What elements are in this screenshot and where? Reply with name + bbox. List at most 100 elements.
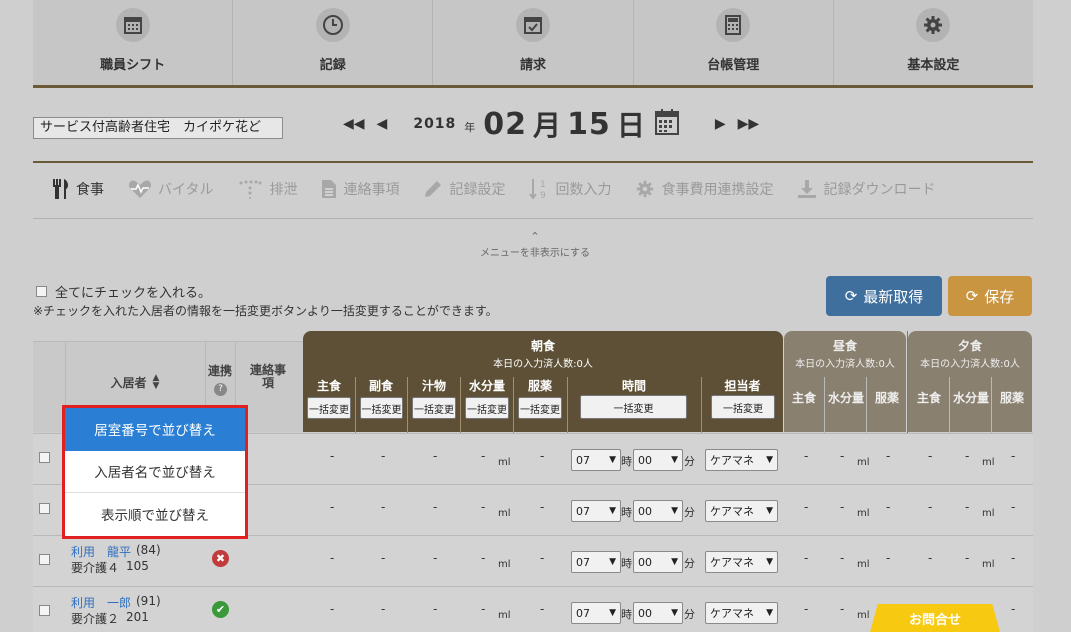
minute-value: 00 <box>638 555 652 569</box>
hour-select[interactable]: 07 ▼ <box>571 551 621 573</box>
dropdown-arrow-icon: ▼ <box>671 455 678 465</box>
calculator-icon <box>716 8 751 42</box>
bulk-change-button[interactable]: 一括変更 <box>412 397 456 419</box>
dinner-col-water: 水分量 <box>952 390 989 405</box>
bulk-change-button[interactable]: 一括変更 <box>580 395 687 419</box>
bulk-change-button[interactable]: 一括変更 <box>711 395 775 419</box>
value-dash: - <box>433 500 438 514</box>
value-dash: - <box>540 500 545 514</box>
row-checkbox[interactable] <box>39 452 50 463</box>
value-dash: - <box>433 449 438 463</box>
value-dash: - <box>840 500 845 514</box>
col-soup: 汁物 <box>421 378 446 393</box>
record-menu-meal[interactable]: 食事 <box>52 178 104 200</box>
nav-label: 基本設定 <box>907 58 960 73</box>
record-menu-label: 排泄 <box>269 182 298 198</box>
minute-value: 00 <box>638 504 652 518</box>
chevron-up-icon: ⌃ <box>530 230 540 243</box>
staff-value: ケアマネ <box>710 454 754 467</box>
top-navigation: 職員シフト 記録 請求 台帳管理 基本設定 <box>33 0 1033 88</box>
heartbeat-icon <box>128 179 152 199</box>
minute-unit: 分 <box>684 455 695 468</box>
nav-label: 職員シフト <box>100 58 166 73</box>
bulk-change-button[interactable]: 一括変更 <box>518 397 562 419</box>
record-menu-label: バイタル <box>158 182 214 198</box>
nav-billing[interactable]: 請求 <box>433 0 634 85</box>
nav-staff-shift[interactable]: 職員シフト <box>33 0 234 85</box>
record-menu-settings[interactable]: 記録設定 <box>423 179 505 199</box>
document-icon <box>321 179 337 199</box>
staff-select[interactable]: ケアマネ ▼ <box>705 551 778 573</box>
value-dash: - <box>1011 602 1016 616</box>
calendar-icon[interactable] <box>654 109 679 139</box>
next-day-icon[interactable]: ▶ <box>715 116 726 132</box>
bulk-note: ※チェックを入れた入居者の情報を一括変更ボタンより一括変更することができます。 <box>33 304 498 318</box>
nav-basic-settings[interactable]: 基本設定 <box>834 0 1033 85</box>
prev-day-icon[interactable]: ◀ <box>377 116 388 132</box>
prev-month-icon[interactable]: ◀◀ <box>343 116 365 132</box>
facility-select[interactable]: サービス付高齢者住宅 カイポケ花ど <box>33 117 283 139</box>
hour-select[interactable]: 07 ▼ <box>571 500 621 522</box>
save-button[interactable]: ⟳ 保存 <box>948 276 1032 316</box>
row-checkbox[interactable] <box>39 554 50 565</box>
nav-label: 請求 <box>520 58 547 73</box>
staff-select[interactable]: ケアマネ ▼ <box>705 602 778 624</box>
ml-unit: ml <box>857 457 870 468</box>
value-dash: - <box>840 551 845 565</box>
minute-select[interactable]: 00 ▼ <box>633 551 683 573</box>
record-menu-label: 食事 <box>76 182 104 198</box>
sort-by-room-option[interactable]: 居室番号で並び替え <box>65 408 245 451</box>
minute-select[interactable]: 00 ▼ <box>633 449 683 471</box>
record-menu-meal-cost[interactable]: 食事費用連携設定 <box>635 179 773 199</box>
bulk-change-button[interactable]: 一括変更 <box>307 397 351 419</box>
minute-unit: 分 <box>684 608 695 621</box>
help-icon[interactable]: ? <box>214 383 227 396</box>
record-menu-excretion[interactable]: 排泄 <box>237 179 297 199</box>
dropdown-arrow-icon: ▼ <box>766 557 773 567</box>
hide-menu-label: メニューを非表示にする <box>479 248 591 259</box>
bulk-change-button[interactable]: 一括変更 <box>465 397 509 419</box>
value-dash: - <box>886 551 891 565</box>
record-menu-contact[interactable]: 連絡事項 <box>321 179 399 199</box>
value-dash: - <box>381 449 386 463</box>
staff-value: ケアマネ <box>710 505 754 518</box>
refresh-button[interactable]: ⟳ 最新取得 <box>826 276 942 316</box>
record-menu-count[interactable]: 19 回数入力 <box>529 178 611 200</box>
minute-select[interactable]: 00 ▼ <box>633 500 683 522</box>
col-medicine: 服薬 <box>527 378 552 393</box>
hide-menu-toggle[interactable]: ⌃ メニューを非表示にする <box>450 230 620 259</box>
row-checkbox[interactable] <box>39 503 50 514</box>
breakfast-title: 朝食 <box>530 339 555 353</box>
ml-unit: ml <box>857 610 870 621</box>
value-dash: - <box>886 449 891 463</box>
minute-select[interactable]: 00 ▼ <box>633 602 683 624</box>
next-month-icon[interactable]: ▶▶ <box>738 116 760 132</box>
resident-sort-header[interactable]: 入居者 ▲ ▼ <box>66 368 204 396</box>
resident-care-level: 要介護２ <box>71 612 120 626</box>
staff-select[interactable]: ケアマネ ▼ <box>705 500 778 522</box>
col-staff: 担当者 <box>724 378 761 393</box>
pencil-icon <box>423 179 443 199</box>
staff-select[interactable]: ケアマネ ▼ <box>705 449 778 471</box>
sort-by-name-option[interactable]: 入居者名で並び替え <box>65 451 245 494</box>
staff-value: ケアマネ <box>710 556 754 569</box>
sort-by-display-order-option[interactable]: 表示順で並び替え <box>65 493 245 536</box>
minute-unit: 分 <box>684 557 695 570</box>
nav-record[interactable]: 記録 <box>233 0 434 85</box>
resident-name-link[interactable]: 利用 龍平 <box>71 543 131 560</box>
ml-unit: ml <box>982 508 995 519</box>
hour-select[interactable]: 07 ▼ <box>571 449 621 471</box>
record-menu-download[interactable]: 記録ダウンロード <box>797 179 935 199</box>
col-time: 時間 <box>621 378 646 393</box>
ml-unit: ml <box>498 559 511 570</box>
check-all[interactable]: 全てにチェックを入れる。 <box>36 282 211 301</box>
check-all-checkbox[interactable] <box>36 286 47 297</box>
bulk-change-button[interactable]: 一括変更 <box>360 397 403 419</box>
inquiry-button[interactable]: お問合せ <box>870 604 1000 632</box>
row-checkbox[interactable] <box>39 605 50 616</box>
nav-ledger[interactable]: 台帳管理 <box>634 0 834 85</box>
resident-name-link[interactable]: 利用 一郎 <box>71 594 131 611</box>
record-menu-vital[interactable]: バイタル <box>128 179 213 199</box>
value-dash: - <box>804 500 809 514</box>
hour-select[interactable]: 07 ▼ <box>571 602 621 624</box>
